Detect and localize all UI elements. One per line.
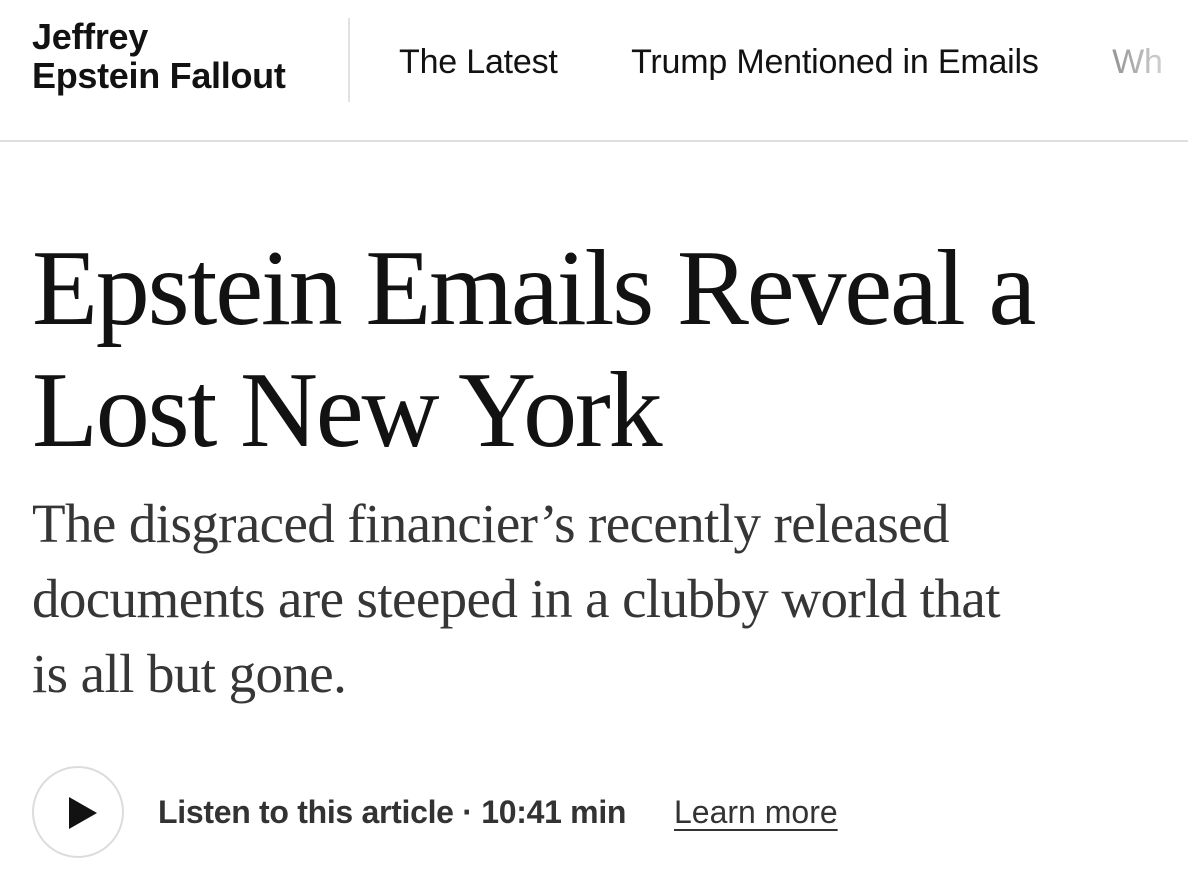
nav-item-trump-mentioned-in-emails[interactable]: Trump Mentioned in Emails [631, 39, 1039, 85]
summary-line2: documents are steeped in a clubby world … [32, 568, 1000, 629]
headline-line1: Epstein Emails Reveal a [32, 229, 1036, 348]
headline-line2: Lost New York [32, 351, 663, 470]
listen-separator: · [453, 794, 482, 830]
section-title-line2: Epstein Fallout [32, 55, 286, 96]
article-headline: Epstein Emails Reveal a Lost New York [32, 228, 1152, 472]
summary-line3: is all but gone. [32, 643, 347, 704]
listen-text: Listen to this article [158, 794, 454, 830]
audio-player: Listen to this article · 10:41 min Learn… [32, 766, 932, 862]
learn-more-link[interactable]: Learn more [674, 793, 838, 831]
article-summary: The disgraced financier’s recently relea… [32, 486, 1152, 711]
listen-label: Listen to this article · 10:41 min [158, 793, 626, 831]
header-divider [348, 18, 350, 102]
section-title-line1: Jeffrey [32, 16, 148, 57]
play-icon [69, 797, 97, 829]
section-header: Jeffrey Epstein Fallout The Latest Trump… [0, 0, 1188, 142]
nav-item-truncated[interactable]: Wh [1112, 39, 1163, 85]
audio-duration: 10:41 min [481, 794, 627, 830]
section-nav: The Latest Trump Mentioned in Emails Wh [399, 39, 1188, 87]
nav-item-the-latest[interactable]: The Latest [399, 39, 558, 85]
play-button[interactable] [32, 766, 124, 858]
summary-line1: The disgraced financier’s recently relea… [32, 493, 949, 554]
section-title-link[interactable]: Jeffrey Epstein Fallout [32, 17, 332, 95]
